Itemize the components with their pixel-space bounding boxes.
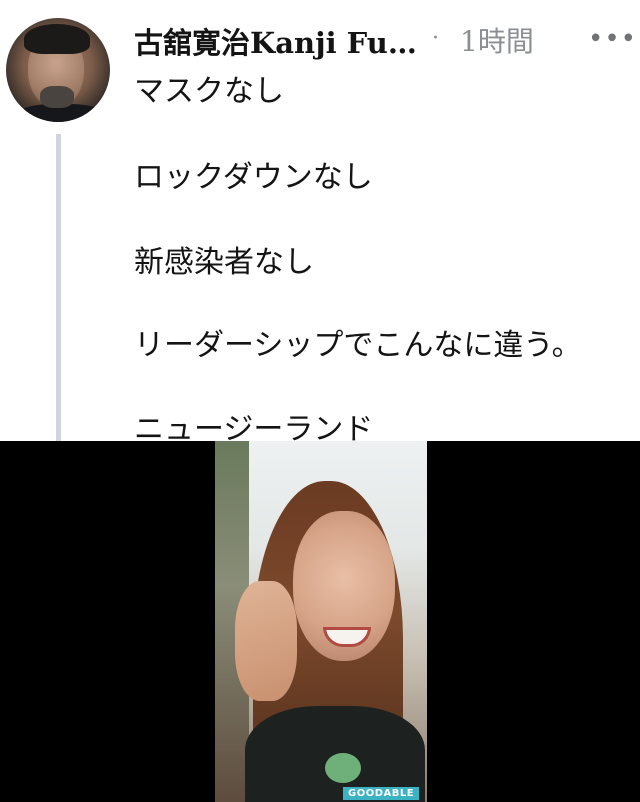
tweet-line-4: リーダーシップでこんなに違う。 xyxy=(134,328,582,363)
watermark-badge: GOODABLE xyxy=(343,787,420,800)
timestamp[interactable]: 1時間 xyxy=(460,20,534,60)
tweet-line-1: マスクなし xyxy=(134,74,284,109)
avatar[interactable] xyxy=(6,18,110,122)
author-name[interactable]: 古舘寛治Kanji Fu… xyxy=(134,20,417,62)
avatar-beard xyxy=(40,86,74,108)
thread-line xyxy=(56,134,61,454)
tweet-line-2: ロックダウンなし xyxy=(134,160,373,195)
video-person-hand xyxy=(235,581,297,701)
shirt-logo-icon xyxy=(325,753,361,783)
more-horizontal-icon[interactable]: ••• xyxy=(588,24,637,54)
video-media[interactable]: GOODABLE xyxy=(0,441,640,802)
avatar-hair xyxy=(24,24,90,54)
meta-separator: · xyxy=(432,26,439,51)
tweet-line-3: 新感染者なし xyxy=(134,245,314,280)
video-frame: GOODABLE xyxy=(215,441,427,802)
